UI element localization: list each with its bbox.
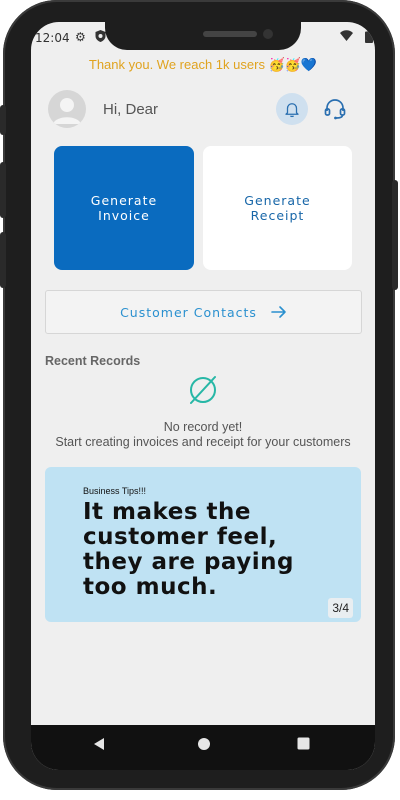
- empty-set-icon: [190, 376, 216, 404]
- shield-icon: [95, 30, 106, 45]
- gear-icon: ⚙: [75, 30, 86, 44]
- side-button: [0, 105, 6, 135]
- arrow-right-icon: [271, 306, 286, 318]
- avatar[interactable]: [48, 90, 86, 128]
- back-icon[interactable]: [93, 737, 105, 755]
- announcement-banner: Thank you. We reach 1k users 🥳🥳💙: [88, 57, 318, 72]
- customer-contacts-button[interactable]: Customer Contacts: [45, 290, 362, 334]
- notifications-button[interactable]: [276, 93, 308, 125]
- generate-invoice-button[interactable]: Generate Invoice: [54, 146, 194, 270]
- business-tip-card[interactable]: Business Tips!!! It makes the customer f…: [45, 467, 361, 622]
- recent-records-heading: Recent Records: [45, 354, 141, 368]
- tip-quote: It makes the customer feel, they are pay…: [83, 499, 294, 600]
- home-icon[interactable]: [197, 737, 211, 755]
- empty-state-message: No record yet! Start creating invoices a…: [31, 420, 375, 450]
- tip-page-indicator: 3/4: [328, 598, 353, 618]
- battery-icon: [365, 30, 373, 46]
- front-camera: [263, 29, 273, 39]
- empty-state-subtitle: Start creating invoices and receipt for …: [55, 435, 351, 449]
- tip-label: Business Tips!!!: [83, 486, 147, 496]
- recents-icon[interactable]: [297, 737, 310, 754]
- volume-up-button: [0, 162, 6, 218]
- support-button[interactable]: [319, 93, 351, 125]
- bell-icon: [285, 103, 299, 118]
- headset-icon: [324, 99, 346, 120]
- phone-frame: 12:04 ⚙ Thank you. We reach 1k users 🥳🥳💙: [0, 0, 398, 790]
- system-nav-bar: [31, 725, 375, 770]
- greeting-text: Hi, Dear: [103, 101, 159, 118]
- power-button: [392, 180, 398, 290]
- volume-down-button: [0, 232, 6, 288]
- wifi-icon: [340, 30, 353, 44]
- empty-state-title: No record yet!: [163, 420, 243, 434]
- status-time: 12:04: [35, 31, 70, 45]
- generate-receipt-button[interactable]: Generate Receipt: [203, 146, 352, 270]
- customer-contacts-label: Customer Contacts: [120, 304, 257, 320]
- camera-notch: [105, 22, 301, 50]
- avatar-icon: [53, 98, 81, 124]
- app-screen: 12:04 ⚙ Thank you. We reach 1k users 🥳🥳💙: [31, 22, 375, 770]
- speaker: [203, 31, 257, 37]
